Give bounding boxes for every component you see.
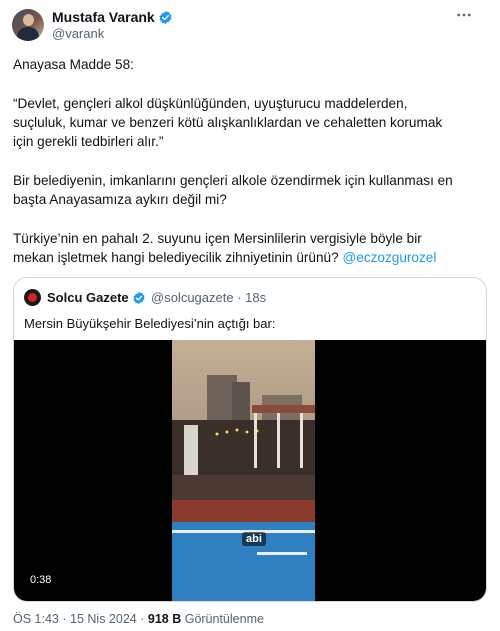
tweet-paragraph-2-line-1: Bir belediyenin, imkanlarını gençleri al…: [13, 173, 453, 188]
video-player[interactable]: abi 0:38: [14, 340, 486, 601]
quoted-author-handle[interactable]: @solcugazete: [151, 290, 234, 305]
quoted-author-name[interactable]: Solcu Gazete: [47, 290, 129, 305]
mention-link[interactable]: @eczozgurozel: [342, 250, 436, 265]
quoted-tweet-card[interactable]: Solcu Gazete @solcugazete · 18s Mersin B…: [13, 277, 487, 602]
tweet-heading: Anayasa Madde 58:: [13, 57, 134, 72]
tweet-time[interactable]: ÖS 1:43: [13, 612, 59, 626]
tweet-meta: ÖS 1:43 · 15 Nis 2024 · 918 B Görüntülen…: [13, 611, 264, 627]
separator-dot: ·: [237, 290, 242, 305]
quoted-author-row[interactable]: Solcu Gazete: [47, 289, 146, 309]
author-avatar[interactable]: [12, 9, 44, 41]
view-label: Görüntülenme: [184, 612, 264, 626]
quoted-author-avatar[interactable]: [24, 289, 41, 306]
tweet-quote-line-1: “Devlet, gençleri alkol düşkünlüğünden, …: [13, 96, 408, 111]
view-count: 918 B: [147, 612, 182, 626]
tweet-quote-line-2: suçluluk, kumar ve benzeri kötü alışkanl…: [13, 115, 443, 130]
more-horizontal-icon[interactable]: [455, 6, 473, 29]
tweet-quote-line-3: için gerekli tedbirleri alır.”: [13, 134, 164, 149]
solcu-logo-icon: [28, 293, 37, 302]
author-name[interactable]: Mustafa Varank: [52, 9, 155, 25]
video-caption: abi: [242, 532, 266, 546]
tweet-paragraph-3-line-1: Türkiye’nin en pahalı 2. suyunu içen Mer…: [13, 231, 422, 246]
video-duration: 0:38: [26, 573, 56, 588]
avatar-face: [23, 14, 34, 26]
tweet-paragraph-3-text: mekan işletmek hangi belediyecilik zihni…: [13, 250, 339, 265]
separator-dot: ·: [140, 612, 145, 626]
quoted-tweet-text: Mersin Büyükşehir Belediyesi’nin açtığı …: [24, 316, 276, 331]
verified-badge-icon: [158, 10, 173, 29]
separator-dot: ·: [62, 612, 67, 626]
quoted-tweet-time[interactable]: 18s: [245, 290, 266, 305]
quoted-author-meta: @solcugazete · 18s: [151, 289, 266, 306]
tweet-paragraph-2-line-2: başta Anayasamıza aykırı değil mi?: [13, 192, 227, 207]
author-handle[interactable]: @varank: [52, 26, 104, 42]
tweet-paragraph-3-line-2: mekan işletmek hangi belediyecilik zihni…: [13, 248, 485, 267]
verified-badge-icon: [132, 291, 146, 309]
avatar-body: [17, 27, 39, 41]
video-frame: abi: [172, 340, 315, 601]
tweet-date[interactable]: 15 Nis 2024: [70, 612, 137, 626]
